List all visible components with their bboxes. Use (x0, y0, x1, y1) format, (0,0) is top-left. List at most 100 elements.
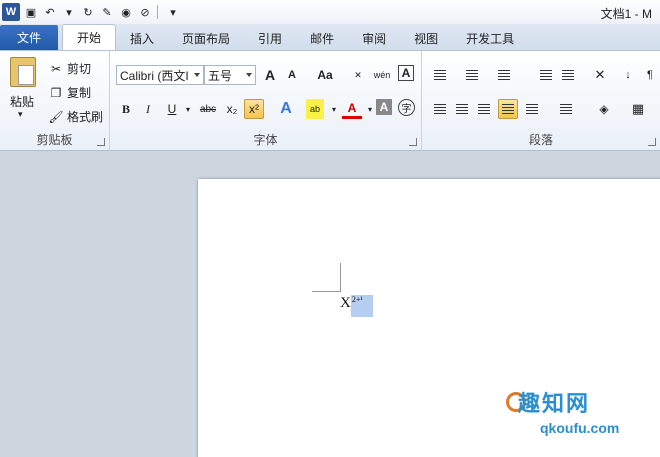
paste-icon[interactable] (10, 57, 36, 87)
clipboard-group: 粘贴 ▾ ✂ 剪切 ❐ 复制 🖌 格式刷 剪贴板 (0, 51, 110, 151)
clipboard-label: 剪贴板 (36, 133, 73, 147)
char-shading-button[interactable]: A (376, 99, 392, 115)
font-color-button[interactable]: A (342, 99, 362, 119)
pilcrow-icon: ¶ (647, 69, 653, 81)
sort-icon: ↓ (625, 69, 631, 81)
paragraph-launcher-icon[interactable] (648, 138, 656, 146)
watermark-url: qkoufu.com (540, 420, 620, 436)
subscript-button[interactable]: x₂ (222, 99, 242, 119)
document-text[interactable]: X2+¹ (340, 295, 373, 317)
font-family-select[interactable]: Calibri (西文I (116, 65, 204, 85)
paint-bucket-icon: ◈ (599, 102, 609, 116)
paste-button[interactable]: 粘贴 (10, 93, 34, 110)
window-title: 文档1 - M (600, 7, 652, 21)
color-wheel-icon[interactable]: ◉ (118, 4, 134, 20)
margin-corner-mark (340, 263, 341, 291)
tab-insert[interactable]: 插入 (116, 26, 168, 50)
bullets-button[interactable] (430, 65, 450, 85)
ribbon-tabs: 文件 开始 插入 页面布局 引用 邮件 审阅 视图 开发工具 (0, 24, 660, 51)
align-center-button[interactable] (452, 99, 472, 119)
bullets-icon (434, 70, 446, 80)
justify-icon (502, 104, 514, 114)
format-painter-button[interactable]: 🖌 格式刷 (48, 108, 103, 125)
decrease-indent-button[interactable] (536, 65, 556, 85)
font-family-value: Calibri (西文I (120, 68, 189, 83)
italic-button[interactable]: I (138, 99, 158, 119)
distribute-button[interactable] (522, 99, 542, 119)
chevron-down-icon (246, 73, 252, 77)
font-size-value: 五号 (208, 68, 233, 83)
paragraph-label: 段落 (528, 133, 553, 147)
copy-label: 复制 (67, 86, 92, 100)
customize-toolbar-icon[interactable]: ▾ (165, 4, 181, 20)
tab-developer[interactable]: 开发工具 (452, 26, 528, 50)
base-text[interactable]: X (340, 295, 351, 311)
highlight-color-icon[interactable]: ab (306, 99, 324, 119)
increase-indent-button[interactable] (558, 65, 578, 85)
word-logo-icon[interactable]: W (2, 3, 20, 21)
show-marks-button[interactable]: ¶ (640, 65, 660, 85)
font-size-select[interactable]: 五号 (204, 65, 256, 85)
chinese-layout-button[interactable]: ✕ (590, 65, 610, 85)
cut-label: 剪切 (67, 62, 92, 76)
strikethrough-button[interactable]: abc (196, 99, 220, 119)
line-spacing-icon (560, 104, 572, 114)
paste-dropdown-icon[interactable]: ▾ (18, 109, 23, 120)
scissors-icon: ✂ (50, 61, 62, 76)
tab-mailings[interactable]: 邮件 (296, 26, 348, 50)
text-effects-icon[interactable]: A (276, 99, 296, 119)
align-left-button[interactable] (430, 99, 450, 119)
selected-superscript[interactable]: 2+¹ (350, 295, 373, 317)
clear-formatting-button[interactable]: ✕ (348, 65, 368, 85)
shrink-font-button[interactable]: A (282, 65, 302, 85)
watermark-text: 趣知网 (518, 391, 591, 416)
grow-font-button[interactable]: A (260, 65, 280, 85)
enclose-char-button[interactable]: 字 (398, 99, 415, 116)
tab-file[interactable]: 文件 (0, 25, 58, 50)
save-icon[interactable]: ▣ (23, 4, 39, 20)
font-launcher-icon[interactable] (409, 138, 417, 146)
dropdown-arrow-icon[interactable]: ▾ (61, 4, 77, 20)
line-spacing-button[interactable] (556, 99, 576, 119)
multilevel-list-button[interactable] (494, 65, 514, 85)
change-case-button[interactable]: Aa (312, 65, 338, 85)
align-right-button[interactable] (474, 99, 494, 119)
highlight-dropdown-icon[interactable]: ▾ (324, 99, 344, 119)
phonetic-guide-button[interactable]: wén (372, 65, 392, 85)
font-label: 字体 (253, 133, 278, 147)
numbering-button[interactable] (462, 65, 482, 85)
tab-references[interactable]: 引用 (244, 26, 296, 50)
title-bar: W ▣ ↶ ▾ ↻ ✎ ◉ ⊘ ▾ 文档1 - M (0, 0, 660, 24)
redo-icon[interactable]: ↻ (80, 4, 96, 20)
clipboard-launcher-icon[interactable] (97, 138, 105, 146)
copy-button[interactable]: ❐ 复制 (48, 84, 91, 101)
align-right-icon (478, 104, 490, 114)
numbering-icon (466, 70, 478, 80)
sort-button[interactable]: ↓ (618, 65, 638, 85)
copy-icon: ❐ (50, 85, 62, 100)
justify-button[interactable] (498, 99, 518, 119)
font-group: Calibri (西文I 五号 A A Aa ✕ wén A B I U ▾ a… (110, 51, 422, 151)
paint-icon[interactable]: ✎ (99, 4, 115, 20)
tab-home[interactable]: 开始 (62, 24, 117, 50)
char-border-button[interactable]: A (398, 65, 414, 81)
watermark: 趣知网 qkoufu.com (500, 380, 660, 457)
tab-review[interactable]: 审阅 (348, 26, 400, 50)
superscript-button[interactable]: x² (244, 99, 264, 119)
bold-button[interactable]: B (116, 99, 136, 119)
align-left-icon (434, 104, 446, 114)
shading-button[interactable]: ◈ (594, 99, 614, 119)
underline-dropdown-icon[interactable]: ▾ (178, 99, 198, 119)
format-painter-label: 格式刷 (67, 110, 104, 124)
borders-button[interactable]: ▦ (628, 99, 648, 119)
cut-button[interactable]: ✂ 剪切 (48, 60, 91, 77)
undo-icon[interactable]: ↶ (42, 4, 58, 20)
multilevel-icon (498, 70, 510, 80)
tab-page-layout[interactable]: 页面布局 (168, 26, 244, 50)
decrease-indent-icon (540, 70, 552, 80)
margin-corner-mark (312, 291, 341, 292)
tab-view[interactable]: 视图 (400, 26, 452, 50)
borders-icon: ▦ (631, 101, 645, 116)
separator (157, 5, 158, 19)
clear-format-icon[interactable]: ⊘ (137, 4, 153, 20)
